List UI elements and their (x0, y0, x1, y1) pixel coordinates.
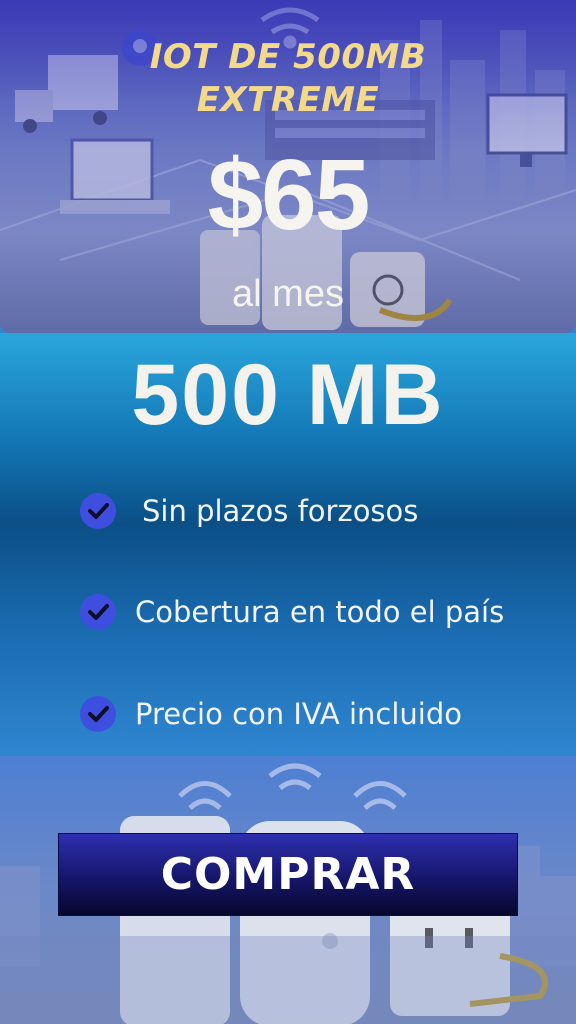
plan-price: $65 (207, 139, 371, 251)
feature-label: Precio con IVA incluido (135, 697, 462, 731)
wifi-icon (178, 763, 407, 810)
plan-title-line2: EXTREME (196, 80, 380, 120)
check-icon (80, 696, 116, 732)
data-allowance: 500 MB (131, 347, 445, 443)
feature-label: Sin plazos forzosos (142, 494, 419, 528)
feature-label: Cobertura en todo el país (135, 595, 505, 629)
feature-item: Precio con IVA incluido (80, 694, 560, 734)
check-icon (80, 594, 116, 630)
plan-title-line1: IOT DE 500MB (149, 37, 427, 77)
billing-period: al mes (232, 273, 344, 315)
buy-button[interactable]: COMPRAR (58, 833, 518, 916)
feature-item: Cobertura en todo el país (80, 592, 560, 632)
check-icon (80, 493, 116, 529)
feature-item: Sin plazos forzosos (80, 491, 560, 531)
